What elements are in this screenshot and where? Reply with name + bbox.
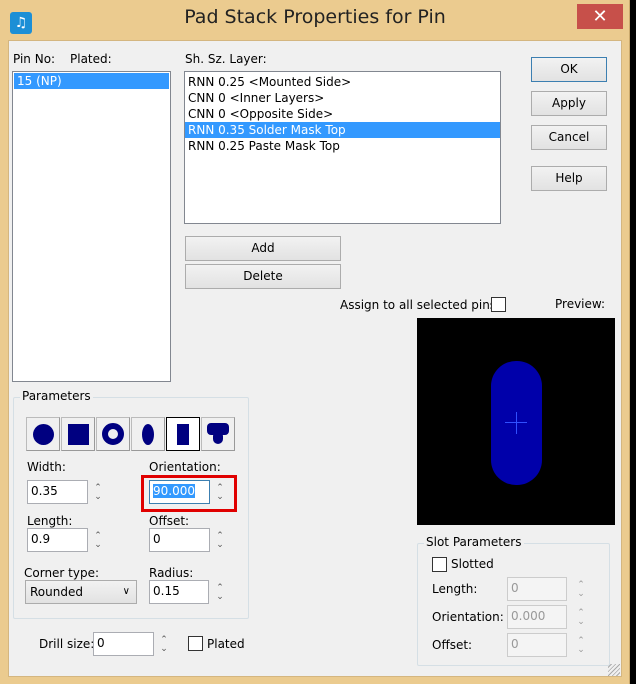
corner-type-label: Corner type: [24, 566, 100, 580]
plated-header: Plated: [70, 52, 112, 66]
add-button[interactable]: Add [185, 236, 341, 261]
slot-orientation-spinner[interactable]: ⌃ ⌄ [575, 609, 587, 627]
offset-input[interactable]: 0 [149, 528, 210, 552]
shape-toolbar [26, 417, 235, 451]
orientation-spinner[interactable]: ⌃ ⌄ [214, 484, 226, 502]
assign-all-checkbox[interactable] [491, 297, 506, 312]
radius-label: Radius: [149, 566, 194, 580]
width-label: Width: [27, 460, 66, 474]
layer-item[interactable]: CNN 0 <Inner Layers> [185, 90, 500, 106]
parameters-legend: Parameters [20, 389, 93, 403]
offset-spinner[interactable]: ⌃ ⌄ [214, 532, 226, 550]
drill-plated-checkbox[interactable] [188, 636, 203, 651]
slotted-label: Slotted [451, 557, 494, 571]
drill-plated-label: Plated [207, 637, 245, 651]
length-input[interactable]: 0.9 [27, 528, 88, 552]
offset-label: Offset: [149, 514, 190, 528]
round-shape-button[interactable] [26, 417, 60, 451]
drill-size-input[interactable]: 0 [93, 632, 154, 656]
rectangle-shape-button[interactable] [166, 417, 200, 451]
window-title: Pad Stack Properties for Pin [184, 6, 446, 28]
slot-offset-spinner[interactable]: ⌃ ⌄ [575, 637, 587, 655]
help-button[interactable]: Help [531, 166, 607, 191]
orientation-value: 90.000 [153, 484, 195, 498]
slot-offset-label: Offset: [432, 638, 473, 652]
apply-button[interactable]: Apply [531, 91, 607, 116]
slot-parameters-legend: Slot Parameters [424, 535, 524, 549]
crosshair-icon [516, 412, 517, 434]
resize-grip[interactable] [608, 664, 620, 676]
assign-all-label: Assign to all selected pins [340, 298, 497, 312]
radius-input[interactable]: 0.15 [149, 580, 209, 604]
pad-preview [417, 318, 615, 525]
width-input[interactable]: 0.35 [27, 480, 88, 504]
annulus-icon [102, 423, 124, 445]
radius-spinner[interactable]: ⌃ ⌄ [214, 584, 226, 602]
length-spinner[interactable]: ⌃ ⌄ [92, 532, 104, 550]
cancel-button[interactable]: Cancel [531, 125, 607, 150]
pin-list-item[interactable]: 15 (NP) [14, 73, 169, 89]
slot-length-input[interactable]: 0 [507, 577, 567, 601]
pin-list[interactable]: 15 (NP) [12, 71, 171, 382]
ok-button[interactable]: OK [531, 57, 607, 82]
corner-type-value: Rounded [30, 585, 83, 599]
rectangle-icon [177, 423, 189, 445]
thermal-shape-button[interactable] [201, 417, 235, 451]
slot-orientation-input[interactable]: 0.000 [507, 605, 567, 629]
layer-item[interactable]: RNN 0.25 <Mounted Side> [185, 74, 500, 90]
circle-icon [32, 423, 54, 445]
width-spinner[interactable]: ⌃ ⌄ [92, 484, 104, 502]
delete-button[interactable]: Delete [185, 264, 341, 289]
slot-length-spinner[interactable]: ⌃ ⌄ [575, 581, 587, 599]
chevron-down-icon: ∨ [122, 586, 130, 597]
slot-length-label: Length: [432, 582, 478, 596]
oval-shape-button[interactable] [131, 417, 165, 451]
square-icon [67, 423, 89, 445]
layer-item[interactable]: CNN 0 <Opposite Side> [185, 106, 500, 122]
annulus-shape-button[interactable] [96, 417, 130, 451]
layers-header: Sh. Sz. Layer: [185, 52, 267, 66]
layer-item-selected[interactable]: RNN 0.35 Solder Mask Top [185, 122, 500, 138]
corner-type-select[interactable]: Rounded ∨ [25, 580, 137, 604]
orientation-label: Orientation: [149, 460, 221, 474]
slotted-checkbox[interactable] [432, 557, 447, 572]
close-button[interactable]: ✕ [577, 4, 623, 29]
oval-icon [142, 423, 154, 445]
square-shape-button[interactable] [61, 417, 95, 451]
slot-offset-input[interactable]: 0 [507, 633, 567, 657]
pin-no-header: Pin No: [13, 52, 56, 66]
length-label: Length: [27, 514, 73, 528]
layer-item[interactable]: RNN 0.25 Paste Mask Top [185, 138, 500, 154]
drill-size-label: Drill size: [39, 637, 95, 651]
slot-orientation-label: Orientation: [432, 610, 504, 624]
thermal-icon [207, 423, 229, 445]
preview-label: Preview: [555, 297, 606, 311]
orientation-input[interactable]: 90.000 [149, 480, 210, 504]
drill-size-spinner[interactable]: ⌃ ⌄ [158, 636, 170, 654]
layer-list[interactable]: RNN 0.25 <Mounted Side> CNN 0 <Inner Lay… [184, 71, 501, 224]
